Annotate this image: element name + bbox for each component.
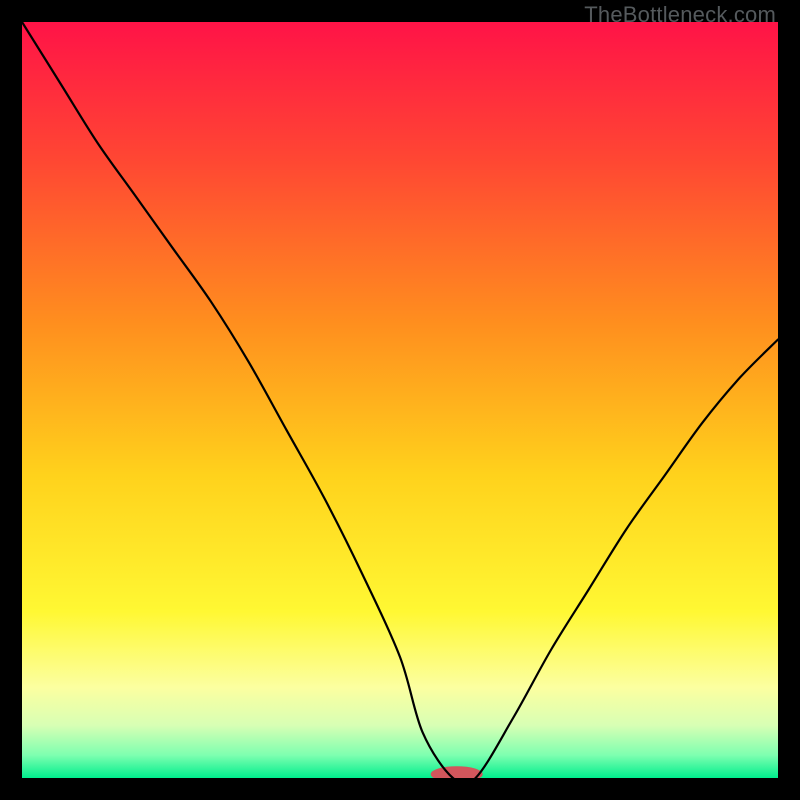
watermark-text: TheBottleneck.com (584, 2, 776, 28)
chart-frame: TheBottleneck.com (0, 0, 800, 800)
chart-svg (22, 22, 778, 778)
bottleneck-chart (22, 22, 778, 778)
gradient-bg (22, 22, 778, 778)
